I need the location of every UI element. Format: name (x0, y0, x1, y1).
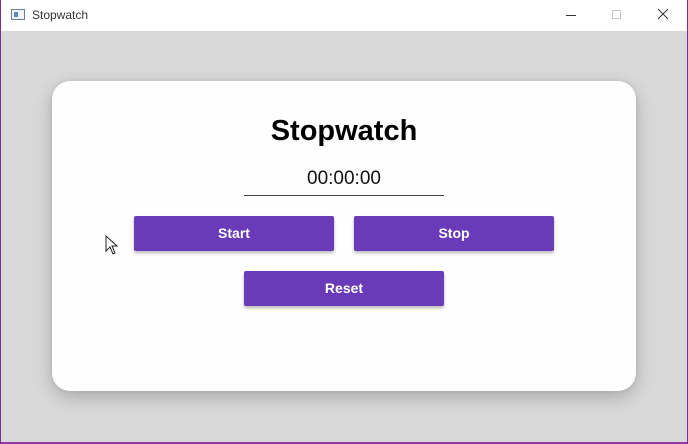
close-button[interactable] (640, 0, 686, 31)
start-button[interactable]: Start (134, 216, 334, 251)
stopwatch-card: Stopwatch 00:00:00 Start Stop Reset (52, 81, 636, 391)
window-title: Stopwatch (32, 8, 89, 22)
page-title: Stopwatch (270, 115, 418, 147)
maximize-button[interactable] (594, 0, 640, 31)
stopwatch-window: Stopwatch Stopwatch 00:00:00 Start Stop … (1, 0, 687, 442)
reset-button[interactable]: Reset (244, 271, 444, 306)
app-window-icon (11, 9, 25, 20)
stop-button[interactable]: Stop (354, 216, 554, 251)
app-icon-pane (14, 12, 18, 17)
mouse-cursor-icon (105, 235, 119, 255)
minimize-button[interactable] (548, 0, 594, 31)
close-icon (657, 8, 669, 20)
maximize-icon (612, 10, 621, 19)
time-display[interactable]: 00:00:00 (244, 166, 444, 196)
title-bar[interactable]: Stopwatch (1, 0, 687, 31)
minimize-icon (566, 15, 576, 16)
